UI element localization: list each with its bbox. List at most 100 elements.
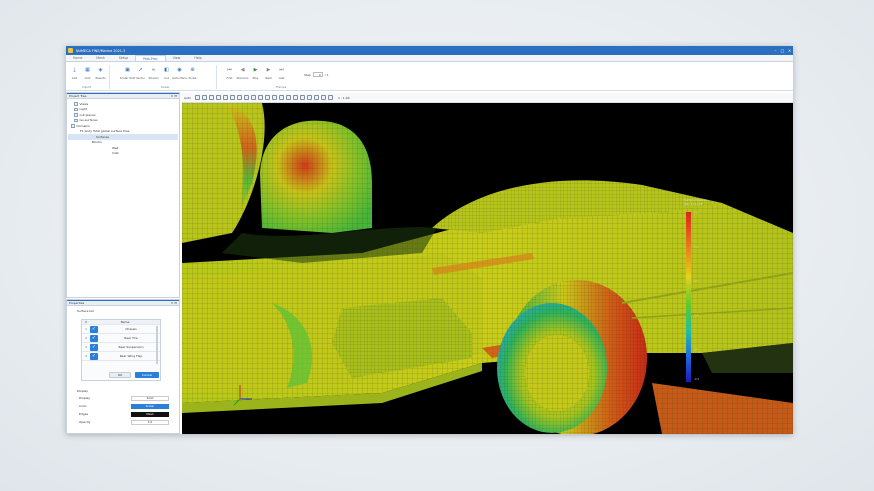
mesh-edges-icon[interactable] [292,95,298,100]
maximize-button[interactable]: □ [779,48,786,53]
minimize-button[interactable]: – [772,48,779,53]
isosurface-button[interactable]: ◉ IsoSurface [172,63,187,90]
panel-close-icon[interactable]: × ⊟ [171,301,177,305]
step-total: / 1 [324,72,329,77]
surface-list-label: Surface list [77,309,94,313]
viewport-toolbar: Auto 1 : 1.00 [182,93,793,103]
previous-frame-button[interactable]: ◀ Previous [236,63,249,90]
ribbon-group-scalar: ▣ Scalar field ➚ Vector ≈ Stream ◧ Cut ◉… [120,63,199,90]
stream-button[interactable]: ≈ Stream [147,63,160,90]
rotate-icon[interactable] [264,95,270,100]
edge-select[interactable]: Mesh [131,411,169,417]
play-button[interactable]: ▶ Play [249,63,262,90]
tab-mesh[interactable]: Mesh [89,55,111,61]
group-label-import: Import [82,85,92,89]
tree-item[interactable]: Inlet [68,151,178,157]
opacity-input[interactable]: 1.0 [131,419,169,425]
tab-home[interactable]: Home [66,55,89,61]
ok-button[interactable]: OK [109,372,131,378]
color-legend: Surface Pressure [Pa] 1.0e+03 1.2 0.9 0.… [684,198,744,418]
shading-icon[interactable] [278,95,284,100]
color-select[interactable]: Scalar [131,403,169,409]
checkbox-checked[interactable]: ✓ [90,334,98,342]
title-bar: NUMECA FINE/Marine 2021.3 – □ × [66,46,793,55]
view-bottom-icon[interactable] [236,95,242,100]
axes-icon[interactable] [299,95,305,100]
tab-setup[interactable]: Setup [112,55,135,61]
step-label: Step [304,72,311,77]
zoom-out-icon[interactable] [257,95,263,100]
wireframe-icon[interactable] [285,95,291,100]
last-frame-icon: ⏭ [279,67,284,73]
probe-button[interactable]: ⊕ Probe [186,63,199,90]
legend-subtitle: [Pa] 1.0e+03 [684,202,703,206]
previous-frame-icon: ◀ [240,67,245,73]
probe-icon[interactable] [327,95,333,100]
display-row: Display Solid [79,395,169,401]
view-back-icon[interactable] [208,95,214,100]
legend-color-bar [686,212,691,382]
first-frame-button[interactable]: ⏮ First [223,63,236,90]
results-button[interactable]: ◈ Results [94,63,107,90]
cut-plane-icon [74,113,78,117]
vector-field-icon: ➚ [138,67,143,73]
legend-icon[interactable] [306,95,312,100]
scrollbar[interactable] [156,326,158,364]
scalar-field-button[interactable]: ▣ Scalar field [120,63,136,90]
view-left-icon[interactable] [215,95,221,100]
checkbox-checked[interactable]: ✓ [90,325,98,333]
next-frame-icon: ▶ [266,67,271,73]
vector-button[interactable]: ➚ Vector [134,63,147,90]
step-input[interactable]: 0 [312,72,323,77]
probe-icon: ⊕ [190,67,195,73]
legend-tick: 0.3 [694,314,699,317]
tab-post-proc[interactable]: Post-Proc [135,55,166,61]
first-frame-icon: ⏮ [227,67,232,73]
panel-close-icon[interactable]: × ⊟ [171,94,177,98]
mesh-icon: ▦ [85,67,90,73]
checkbox-checked[interactable]: ✓ [90,343,98,351]
view-iso-icon[interactable] [243,95,249,100]
next-frame-button[interactable]: ▶ Next [262,63,275,90]
table-row[interactable]: 2 ✓ Rear Tire [82,334,160,343]
light-icon [74,107,78,111]
tab-view[interactable]: View [166,55,188,61]
pan-icon[interactable] [271,95,277,100]
opacity-row: Opacity 1.0 [79,419,169,425]
add-button[interactable]: ⤓ Add [68,63,81,90]
cancel-button[interactable]: Cancel [135,372,159,378]
view-mode-select[interactable]: Auto [184,96,191,100]
legend-tick: 0.6 [694,280,699,283]
domain-icon [71,124,75,128]
ribbon: ⤓ Add ▦ Grid ◈ Results Import ▣ Scalar f… [66,62,793,91]
snapshot-icon[interactable] [313,95,319,100]
zoom-in-icon[interactable] [250,95,256,100]
cut-plane-icon: ◧ [164,67,169,73]
zoom-level: 1 : 1.00 [337,95,350,100]
step-control: Step 0 / 1 [304,72,329,77]
display-section-label: Display [77,389,89,393]
close-button[interactable]: × [786,48,793,53]
group-label-scalar: Scalar [161,85,170,89]
view-right-icon[interactable] [222,95,228,100]
tab-help[interactable]: Help [187,55,208,61]
properties-panel: Properties × ⊟ Surface list # Name 1 ✓ C… [66,299,180,434]
view-front-icon[interactable] [201,95,207,100]
ribbon-tab-bar: Home Mesh Setup Post-Proc View Help [66,55,793,62]
results-icon: ◈ [98,67,103,73]
checkbox-checked[interactable]: ✓ [90,352,98,360]
group-label-frames: Frames [276,85,287,89]
table-row[interactable]: 3 ✓ Rear Suspension [82,343,160,352]
measure-icon[interactable] [320,95,326,100]
folder-icon [74,102,78,106]
fit-view-icon[interactable] [194,95,200,100]
view-top-icon[interactable] [229,95,235,100]
legend-tick: 0.0 [694,348,699,351]
table-row[interactable]: 4 ✓ Rear Wing Flap [82,352,160,361]
iso-surface-icon: ◉ [177,67,182,73]
play-icon: ▶ [253,67,258,73]
app-logo [68,48,73,53]
3d-viewport[interactable]: Surface Pressure [Pa] 1.0e+03 1.2 0.9 0.… [182,103,793,434]
table-row[interactable]: 1 ✓ Chassis [82,325,160,334]
display-select[interactable]: Solid [131,395,169,401]
